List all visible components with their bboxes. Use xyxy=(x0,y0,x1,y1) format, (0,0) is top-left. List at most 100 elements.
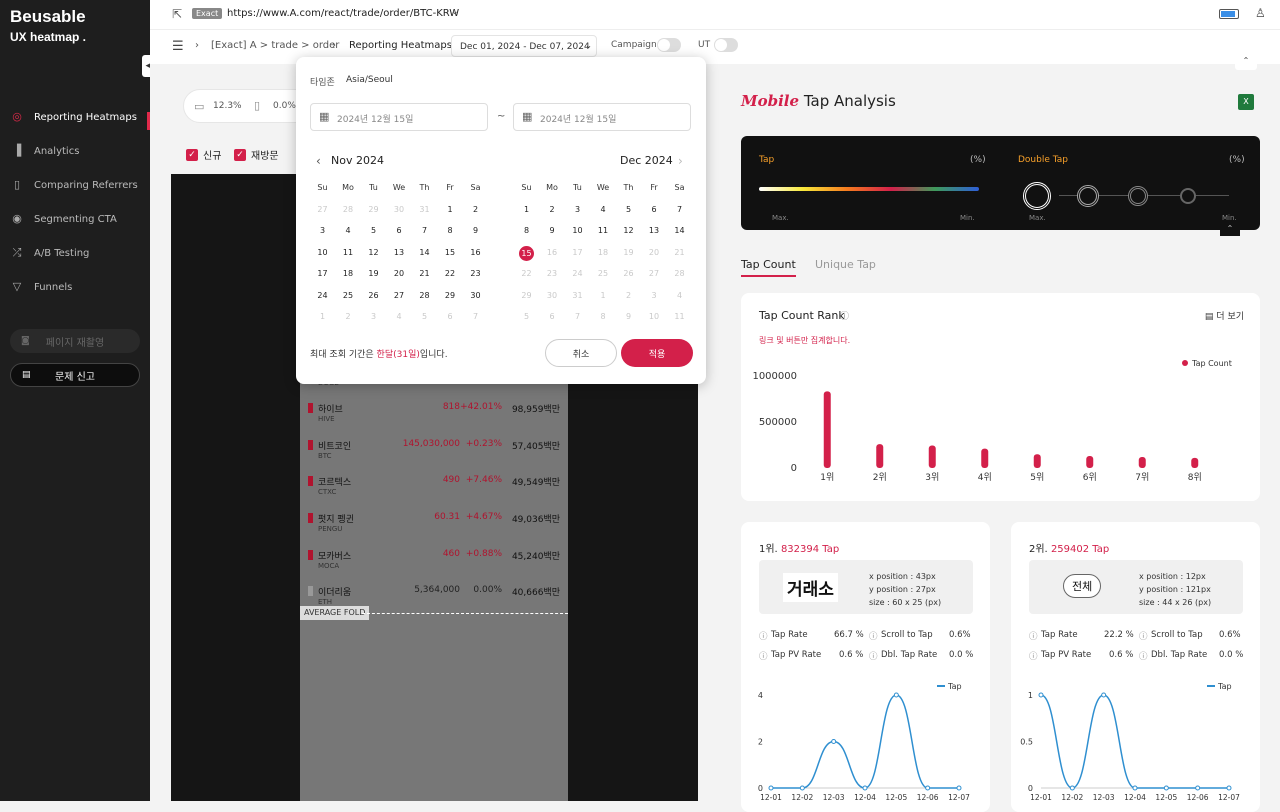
calendar-day[interactable]: 2 xyxy=(540,203,565,217)
breadcrumb-path[interactable]: [Exact] A > trade > order xyxy=(211,40,339,51)
tablet-icon[interactable]: ▯ xyxy=(254,99,260,112)
coin-row[interactable]: 모카버스 MOCA 460 +0.88% 45,240백만 xyxy=(300,544,568,580)
tap-point[interactable] xyxy=(1069,785,1075,791)
sidebar-item-funnels[interactable]: ▽ Funnels xyxy=(0,274,150,300)
calendar-day[interactable]: 5 xyxy=(361,224,386,238)
calendar-day[interactable]: 2 xyxy=(463,203,488,217)
calendar-day[interactable]: 17 xyxy=(310,267,335,281)
calendar-day[interactable]: 11 xyxy=(591,224,616,238)
tap-point[interactable] xyxy=(1163,785,1169,791)
coin-row[interactable]: 비트코인 BTC 145,030,000 +0.23% 57,405백만 xyxy=(300,434,568,470)
calendar-day[interactable]: 10 xyxy=(565,224,590,238)
calendar-day[interactable]: 3 xyxy=(310,224,335,238)
info-icon[interactable]: ⓘ xyxy=(869,650,878,662)
calendar-day[interactable]: 20 xyxy=(387,267,412,281)
tap-point[interactable] xyxy=(1132,785,1138,791)
calendar-day[interactable]: 28 xyxy=(412,289,437,303)
calendar-day[interactable]: 9 xyxy=(463,224,488,238)
calendar-day[interactable]: 29 xyxy=(438,289,463,303)
rank-bar[interactable] xyxy=(1191,457,1199,468)
menu-icon[interactable]: ☰ xyxy=(172,39,184,54)
coin-row[interactable]: 펏지 펭귄 PENGU 60.31 +4.67% 49,036백만 xyxy=(300,507,568,543)
tap-point[interactable] xyxy=(1038,692,1044,698)
next-month-icon[interactable]: › xyxy=(678,154,683,168)
info-icon[interactable]: ⓘ xyxy=(1139,650,1148,662)
calendar-day[interactable]: 1 xyxy=(514,203,539,217)
calendar-day[interactable]: 24 xyxy=(310,289,335,303)
calendar-day[interactable]: 4 xyxy=(591,203,616,217)
desktop-icon[interactable]: ▭ xyxy=(194,100,204,113)
calendar-day[interactable]: 10 xyxy=(310,246,335,260)
scroll-top-button[interactable]: ⌃ xyxy=(1235,56,1257,70)
calendar-day[interactable]: 8 xyxy=(438,224,463,238)
calendar-day[interactable]: 22 xyxy=(438,267,463,281)
tap-point[interactable] xyxy=(831,739,837,744)
tap-point[interactable] xyxy=(956,785,962,791)
timezone-value[interactable]: Asia/Seoul xyxy=(346,75,393,85)
start-date-input[interactable]: ▦ 2024년 12월 15일 xyxy=(310,103,488,131)
calendar-day[interactable]: 16 xyxy=(463,246,488,260)
sidebar-item-comparing-referrers[interactable]: ▯ Comparing Referrers xyxy=(0,172,150,198)
returning-visitor-checkbox[interactable]: ✓ 재방문 xyxy=(234,147,279,162)
coin-row[interactable]: 코르텍스 CTXC 490 +7.46% 49,549백만 xyxy=(300,470,568,506)
tab-tap-count[interactable]: Tap Count xyxy=(741,258,796,277)
calendar-day[interactable]: 19 xyxy=(361,267,386,281)
tap-point[interactable] xyxy=(799,785,805,791)
excel-download-icon[interactable]: X xyxy=(1238,94,1254,110)
date-range-selector[interactable]: Dec 01, 2024 - Dec 07, 2024 ⌄ xyxy=(451,35,597,57)
calendar-day[interactable]: 9 xyxy=(540,224,565,238)
rank-bar[interactable] xyxy=(981,448,989,468)
rank-bar[interactable] xyxy=(1033,454,1041,468)
sidebar-item-ab-testing[interactable]: ⤮ A/B Testing xyxy=(0,240,150,266)
calendar-day[interactable]: 25 xyxy=(336,289,361,303)
calendar-day[interactable]: 3 xyxy=(565,203,590,217)
page-url[interactable]: https://www.A.com/react/trade/order/BTC-… xyxy=(227,8,459,19)
calendar-day[interactable]: 12 xyxy=(616,224,641,238)
tap-point[interactable] xyxy=(1101,692,1107,698)
tap-point[interactable] xyxy=(925,785,931,791)
recapture-page-button[interactable]: ◙ 페이지 재촬영 xyxy=(10,329,140,353)
calendar-day[interactable]: 1 xyxy=(438,203,463,217)
calendar-day[interactable]: 7 xyxy=(667,203,692,217)
campaign-toggle[interactable] xyxy=(657,38,681,52)
calendar-day[interactable]: 7 xyxy=(412,224,437,238)
external-link-icon[interactable]: ⇱ xyxy=(172,7,182,21)
collapse-legend-button[interactable]: ⌃ xyxy=(1220,224,1240,236)
user-icon[interactable]: ♙ xyxy=(1255,6,1266,20)
coin-row[interactable]: 하이브 HIVE 818 +42.01% 98,959백만 xyxy=(300,397,568,433)
calendar-day[interactable]: 15 xyxy=(438,246,463,260)
tap-point[interactable] xyxy=(862,785,868,791)
logo[interactable]: Beusable xyxy=(10,7,86,27)
calendar-day[interactable]: 30 xyxy=(463,289,488,303)
rank-bar[interactable] xyxy=(1138,456,1146,468)
calendar-day[interactable]: 13 xyxy=(642,224,667,238)
url-dropdown-icon[interactable]: ⌄ xyxy=(451,7,459,17)
rank-bar[interactable] xyxy=(1086,456,1094,468)
info-icon[interactable]: ⓘ xyxy=(1029,630,1038,642)
calendar-day[interactable]: 6 xyxy=(387,224,412,238)
rank-bar[interactable] xyxy=(876,444,884,468)
calendar-day[interactable]: 15 xyxy=(514,245,539,261)
calendar-day[interactable]: 5 xyxy=(616,203,641,217)
sidebar-item-reporting-heatmaps[interactable]: ◎ Reporting Heatmaps xyxy=(0,104,150,130)
rank-bar[interactable] xyxy=(823,391,831,468)
rank-bar[interactable] xyxy=(928,445,936,468)
ut-toggle[interactable] xyxy=(714,38,738,52)
prev-month-icon[interactable]: ‹ xyxy=(316,154,321,168)
breadcrumb-page[interactable]: Reporting Heatmaps xyxy=(349,40,452,51)
report-issue-button[interactable]: ▤ 문제 신고 xyxy=(10,363,140,387)
calendar-day[interactable]: 6 xyxy=(642,203,667,217)
calendar-day[interactable]: 27 xyxy=(387,289,412,303)
calendar-day[interactable]: 18 xyxy=(336,267,361,281)
tap-point[interactable] xyxy=(1226,785,1232,791)
calendar-day[interactable]: 4 xyxy=(336,224,361,238)
info-icon[interactable]: ⓘ xyxy=(1139,630,1148,642)
calendar-day[interactable]: 14 xyxy=(667,224,692,238)
tap-point[interactable] xyxy=(893,692,899,698)
calendar-day[interactable]: 11 xyxy=(336,246,361,260)
end-date-input[interactable]: ▦ 2024년 12월 15일 xyxy=(513,103,691,131)
sidebar-item-analytics[interactable]: ▐ Analytics xyxy=(0,138,150,164)
calendar-day[interactable]: 14 xyxy=(412,246,437,260)
calendar-day[interactable]: 21 xyxy=(412,267,437,281)
tab-unique-tap[interactable]: Unique Tap xyxy=(815,258,876,271)
